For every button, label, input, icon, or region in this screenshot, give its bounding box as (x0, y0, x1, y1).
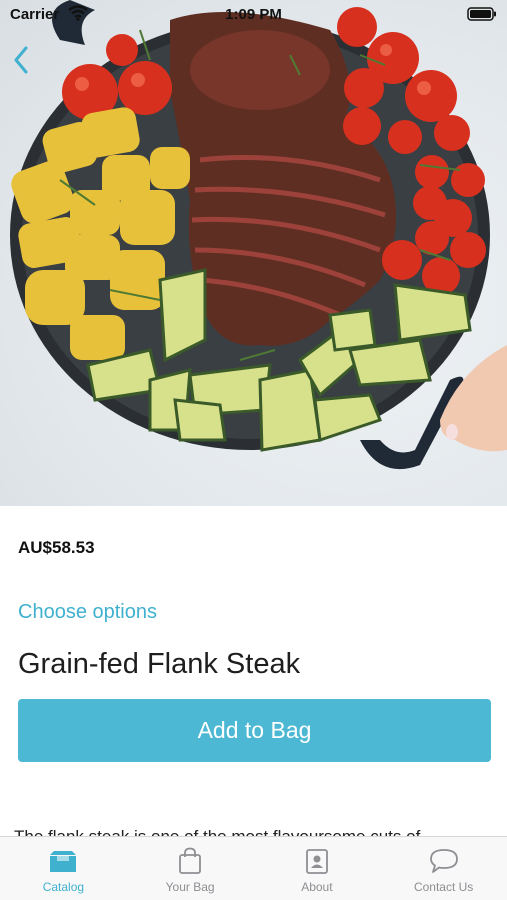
battery-icon (467, 7, 497, 26)
product-title: Grain-fed Flank Steak (18, 648, 301, 680)
tab-catalog[interactable]: Catalog (0, 837, 127, 900)
status-bar: Carrier 1:09 PM (0, 0, 507, 30)
tab-your-bag[interactable]: Your Bag (127, 837, 254, 900)
status-time: 1:09 PM (225, 6, 282, 23)
bag-icon (178, 847, 202, 875)
catalog-icon (48, 847, 78, 875)
product-image (0, 0, 507, 506)
tab-bar: Catalog Your Bag About Contact Us (0, 836, 507, 900)
tab-about[interactable]: About (254, 837, 381, 900)
add-to-bag-button[interactable]: Add to Bag (18, 699, 491, 762)
product-price: AU$58.53 (18, 538, 95, 557)
tab-contact-us[interactable]: Contact Us (380, 837, 507, 900)
tab-label: Your Bag (165, 880, 215, 894)
about-icon (305, 847, 329, 875)
chat-icon (429, 847, 459, 875)
chevron-left-icon (14, 46, 28, 74)
choose-options-link[interactable]: Choose options (18, 601, 157, 624)
tab-label: Catalog (42, 880, 85, 894)
tab-label: Contact Us (413, 880, 474, 894)
tab-label: About (301, 880, 333, 894)
back-button[interactable] (6, 42, 36, 78)
